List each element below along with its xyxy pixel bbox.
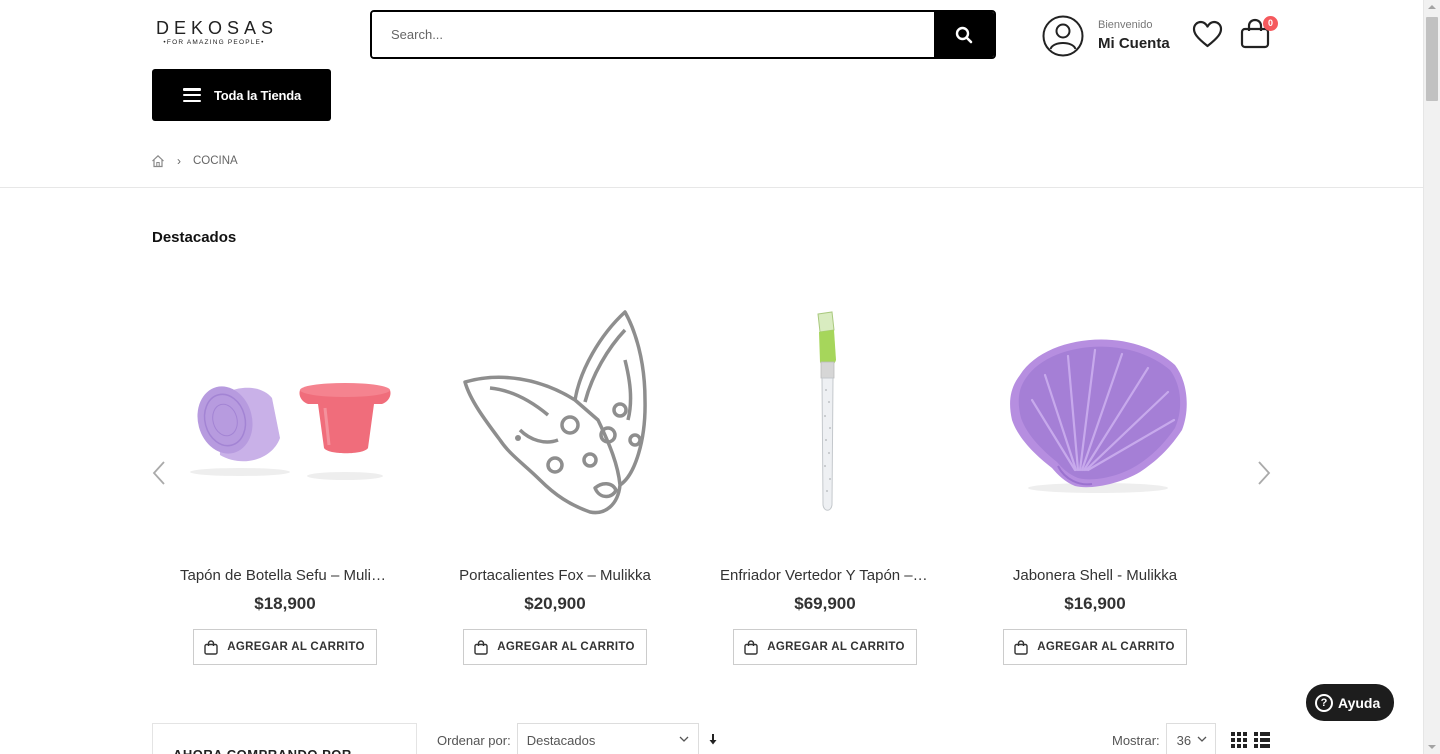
account-name[interactable]: Mi Cuenta [1098, 35, 1170, 53]
chevron-right-icon[interactable] [1255, 460, 1273, 486]
heart-icon[interactable] [1192, 20, 1223, 48]
breadcrumb: › COCINA [151, 154, 238, 168]
product-price: $20,900 [524, 594, 586, 613]
add-to-cart-label: AGREGAR AL CARRITO [767, 641, 905, 653]
sort-direction-icon[interactable] [708, 734, 718, 746]
help-button[interactable]: ? Ayuda [1306, 684, 1394, 721]
show-label: Mostrar: [1112, 732, 1160, 748]
scroll-up-arrow[interactable] [1428, 5, 1436, 9]
shopping-bag-icon [744, 639, 758, 655]
add-to-cart-label: AGREGAR AL CARRITO [227, 641, 365, 653]
cart-count-badge: 0 [1263, 16, 1278, 31]
account-link[interactable]: Bienvenido Mi Cuenta [1042, 15, 1170, 57]
add-to-cart-button[interactable]: AGREGAR AL CARRITO [463, 629, 647, 665]
per-page-value: 36 [1176, 732, 1192, 748]
sort-value: Destacados [526, 732, 596, 748]
filter-sidebar-title: AHORA COMPRANDO POR [152, 723, 417, 754]
all-store-button[interactable]: Toda la Tienda [152, 69, 331, 121]
product-name[interactable]: Jabonera Shell - Mulikka [970, 567, 1220, 585]
product-name[interactable]: Enfriador Vertedor Y Tapón – Mulikka [700, 567, 950, 585]
add-to-cart-button[interactable]: AGREGAR AL CARRITO [733, 629, 917, 665]
cart-button[interactable]: 0 [1240, 16, 1278, 52]
add-to-cart-button[interactable]: AGREGAR AL CARRITO [1003, 629, 1187, 665]
product-name[interactable]: Portacalientes Fox – Mulikka [430, 567, 680, 585]
scrollbar[interactable] [1423, 0, 1440, 754]
sort-label: Ordenar por: [437, 732, 511, 748]
account-welcome: Bienvenido [1098, 19, 1153, 31]
scroll-thumb[interactable] [1426, 17, 1438, 101]
help-label: Ayuda [1338, 694, 1381, 711]
product-image[interactable] [700, 290, 950, 550]
divider [0, 187, 1423, 188]
breadcrumb-item[interactable]: COCINA [193, 155, 238, 167]
sort-control: Ordenar por: Destacados [437, 723, 718, 754]
product-image[interactable] [970, 290, 1220, 550]
logo-tagline: •FOR AMAZING PEOPLE• [163, 39, 265, 46]
all-store-label: Toda la Tienda [214, 87, 302, 103]
product-card: Portacalientes Fox – Mulikka $20,900 AGR… [430, 290, 680, 665]
shopping-bag-icon [204, 639, 218, 655]
sort-select[interactable]: Destacados [516, 723, 699, 754]
product-card: Enfriador Vertedor Y Tapón – Mulikka $69… [700, 290, 950, 665]
product-price: $16,900 [1064, 594, 1126, 613]
logo[interactable]: DEKOSAS •FOR AMAZING PEOPLE• [156, 18, 279, 46]
list-view-icon[interactable] [1254, 732, 1270, 748]
chevron-right-icon: › [177, 154, 181, 168]
question-icon: ? [1315, 693, 1333, 712]
search-icon [955, 26, 973, 43]
shopping-bag-icon [474, 639, 488, 655]
product-price: $18,900 [254, 594, 316, 613]
search-input[interactable] [372, 12, 934, 57]
product-card: Tapón de Botella Sefu – Mulikka $18,900 … [160, 290, 410, 665]
product-card: Jabonera Shell - Mulikka $16,900 AGREGAR… [970, 290, 1220, 665]
menu-icon [183, 88, 201, 102]
section-title: Destacados [152, 229, 237, 246]
per-page-select[interactable]: 36 [1165, 723, 1216, 754]
scroll-down-arrow[interactable] [1428, 745, 1436, 749]
search-bar [370, 10, 996, 59]
home-icon[interactable] [151, 154, 165, 168]
logo-wordmark: DEKOSAS [156, 18, 279, 38]
product-image[interactable] [160, 290, 410, 550]
product-image[interactable] [430, 290, 680, 550]
add-to-cart-label: AGREGAR AL CARRITO [497, 641, 635, 653]
add-to-cart-button[interactable]: AGREGAR AL CARRITO [193, 629, 377, 665]
chevron-down-icon [679, 736, 689, 742]
grid-view-icon[interactable] [1231, 732, 1247, 748]
add-to-cart-label: AGREGAR AL CARRITO [1037, 641, 1175, 653]
chevron-down-icon [1197, 736, 1207, 742]
user-circle-icon [1042, 15, 1084, 57]
product-price: $69,900 [794, 594, 856, 613]
search-button[interactable] [934, 12, 994, 57]
product-name[interactable]: Tapón de Botella Sefu – Mulikka [160, 567, 410, 585]
per-page-control: Mostrar: 36 [1112, 723, 1216, 754]
shopping-bag-icon [1014, 639, 1028, 655]
